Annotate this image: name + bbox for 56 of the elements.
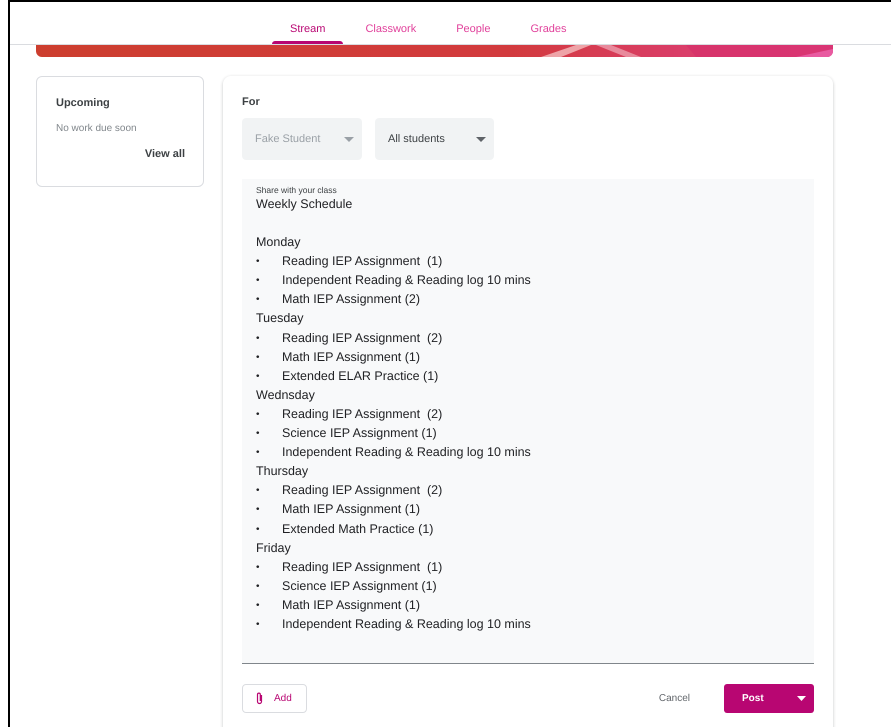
bullet: • [256,350,261,365]
list-item: Reading IEP Assignment (1) [282,253,442,270]
bullet: • [256,560,261,575]
paperclip-icon [255,692,264,705]
day-heading: Monday [256,234,302,252]
bullet: • [256,446,261,460]
field-label: Share with your class [256,185,338,195]
bullet: • [256,408,261,422]
list-item: Math IEP Assignment (1) [282,501,420,518]
day-heading: Thursday [256,463,310,480]
list-item: Independent Reading & Reading log 10 mins [282,444,531,462]
bullet: • [256,255,261,270]
caret-icon [797,696,806,701]
add-button[interactable]: Add [242,684,307,713]
day-heading: Wednsday [256,386,316,404]
bullet: • [256,580,261,594]
post-button[interactable]: Post [724,684,814,713]
bullet: • [256,332,261,346]
list-item: Reading IEP Assignment (2) [282,406,442,423]
bullet: • [256,618,261,632]
for-label: For [242,96,261,108]
list-item: Science IEP Assignment (1) [282,578,437,595]
view-all-link[interactable]: View all [144,148,185,160]
list-item: Independent Reading & Reading log 10 mins [282,616,531,633]
bullet: • [256,598,261,613]
cancel-button[interactable]: Cancel [652,692,696,705]
caret-icon [476,136,486,142]
empty-message: No work due soon [56,123,138,134]
list-item: Science IEP Assignment (1) [282,425,437,442]
day-heading: Tuesday [256,310,304,328]
bullet: • [256,522,261,536]
list-item: Math IEP Assignment (1) [282,596,420,614]
day-heading: Friday [256,540,292,557]
bullet: • [256,503,261,518]
tab[interactable]: Grades [512,2,585,44]
list-item: Reading IEP Assignment (1) [282,558,442,576]
list-item: Math IEP Assignment (2) [282,291,420,308]
list-item: Extended ELAR Practice (1) [282,368,438,385]
tab[interactable]: People [438,2,508,44]
list-item: Reading IEP Assignment (2) [282,482,442,500]
announcement-field[interactable] [242,179,814,664]
post-title: Weekly Schedule [256,196,354,213]
bullet: • [256,370,261,384]
tab[interactable]: Classwork [347,2,434,44]
bullet: • [256,293,261,308]
bullet: • [256,484,261,498]
bullet: • [256,427,261,442]
upcoming-title: Upcoming [56,97,111,109]
list-item: Extended Math Practice (1) [282,520,434,538]
bullet: • [256,274,261,288]
list-item: Independent Reading & Reading log 10 mins [282,272,531,290]
recipient-dropdown[interactable]: All students [375,118,494,160]
tab[interactable]: Stream [272,2,344,44]
list-item: Reading IEP Assignment (2) [282,330,442,347]
list-item: Math IEP Assignment (1) [282,348,420,366]
caret-icon [344,136,354,142]
